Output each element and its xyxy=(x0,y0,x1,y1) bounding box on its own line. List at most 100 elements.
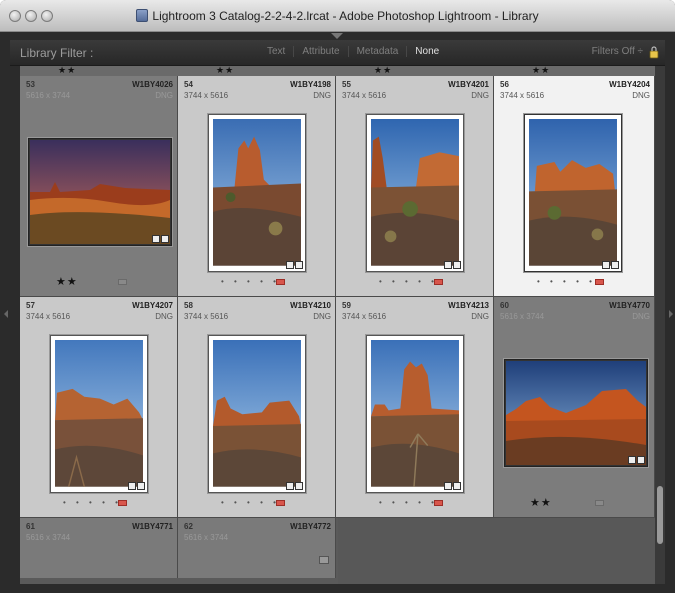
thumbnail-badges xyxy=(286,482,303,490)
star-rating[interactable]: • • • • • xyxy=(63,498,122,507)
develop-badge-icon[interactable] xyxy=(453,261,461,269)
cell-filetype: DNG xyxy=(155,91,173,100)
thumbnail[interactable] xyxy=(366,114,464,272)
cell-filename: W1BY4770 xyxy=(609,301,650,310)
metadata-badge-icon[interactable] xyxy=(128,482,136,490)
cell-filetype: DNG xyxy=(471,312,489,321)
grid-cell[interactable]: 56 W1BY4204 3744 x 5616 DNG • • • • • xyxy=(494,76,655,297)
cell-filename: W1BY4210 xyxy=(290,301,331,310)
cell-filetype: DNG xyxy=(471,91,489,100)
thumbnail[interactable] xyxy=(208,114,306,272)
cell-index: 59 xyxy=(342,301,351,310)
thumbnail-grid: ★★ ★★ ★★ ★★ 53 W1BY4026 5616 x 3744 DNG xyxy=(20,66,655,584)
title-bar: Lightroom 3 Catalog-2-2-4-2.lrcat - Adob… xyxy=(0,0,675,32)
star-rating[interactable]: ★★ xyxy=(56,275,78,288)
thumbnail[interactable] xyxy=(28,138,172,246)
metadata-badge-icon[interactable] xyxy=(286,482,294,490)
reject-flag[interactable] xyxy=(118,500,127,506)
thumbnail-badges xyxy=(444,482,461,490)
grid-cell[interactable]: 54 W1BY4198 3744 x 5616 DNG • • • • • xyxy=(178,76,336,297)
grid-cell[interactable]: 58 W1BY4210 3744 x 5616 DNG • • • • • xyxy=(178,297,336,518)
metadata-badge-icon[interactable] xyxy=(602,261,610,269)
cell-filetype: DNG xyxy=(632,312,650,321)
landscape-photo xyxy=(213,119,301,266)
grid-cell[interactable]: 62 W1BY4772 5616 x 3744 xyxy=(178,518,336,578)
cell-filetype: DNG xyxy=(632,91,650,100)
develop-badge-icon[interactable] xyxy=(295,261,303,269)
cell-filename: W1BY4201 xyxy=(448,80,489,89)
thumbnail[interactable] xyxy=(208,335,306,493)
grid-cell[interactable]: 53 W1BY4026 5616 x 3744 DNG ★★ xyxy=(20,76,178,297)
thumbnail-badges xyxy=(152,235,169,243)
cell-dimensions: 3744 x 5616 xyxy=(342,312,387,321)
lightroom-window: Lightroom 3 Catalog-2-2-4-2.lrcat - Adob… xyxy=(0,0,675,593)
filter-option-text[interactable]: Text xyxy=(259,46,293,57)
reject-flag[interactable] xyxy=(276,279,285,285)
cell-filename: W1BY4213 xyxy=(448,301,489,310)
reject-flag[interactable] xyxy=(434,279,443,285)
thumbnail[interactable] xyxy=(50,335,148,493)
cell-index: 55 xyxy=(342,80,351,89)
left-panel-toggle-icon[interactable] xyxy=(4,310,8,318)
develop-badge-icon[interactable] xyxy=(637,456,645,464)
cell-dimensions: 3744 x 5616 xyxy=(342,91,387,100)
cell-index: 53 xyxy=(26,80,35,89)
develop-badge-icon[interactable] xyxy=(453,482,461,490)
develop-badge-icon[interactable] xyxy=(295,482,303,490)
star-rating[interactable]: • • • • • xyxy=(537,277,596,286)
metadata-badge-icon[interactable] xyxy=(444,261,452,269)
grid-cell[interactable]: 57 W1BY4207 3744 x 5616 DNG • • • • • xyxy=(20,297,178,518)
filters-off-dropdown[interactable]: Filters Off ÷ xyxy=(592,46,643,57)
cell-dimensions: 3744 x 5616 xyxy=(184,91,229,100)
reject-flag[interactable] xyxy=(276,500,285,506)
metadata-badge-icon[interactable] xyxy=(444,482,452,490)
star-rating[interactable]: • • • • • xyxy=(379,498,438,507)
reject-flag[interactable] xyxy=(434,500,443,506)
cell-index: 56 xyxy=(500,80,509,89)
metadata-badge-icon[interactable] xyxy=(152,235,160,243)
grid-scrollbar[interactable] xyxy=(655,66,665,584)
grid-cell[interactable]: 59 W1BY4213 3744 x 5616 DNG • • • • • xyxy=(336,297,494,518)
cell-dimensions: 5616 x 3744 xyxy=(26,533,71,542)
grid-cell[interactable]: 55 W1BY4201 3744 x 5616 DNG • • • • • xyxy=(336,76,494,297)
develop-badge-icon[interactable] xyxy=(137,482,145,490)
flag-indicator[interactable] xyxy=(118,279,127,285)
star-rating[interactable]: • • • • • xyxy=(221,277,280,286)
grid-cell[interactable]: 60 W1BY4770 5616 x 3744 DNG ★★ xyxy=(494,297,655,518)
thumbnail[interactable] xyxy=(504,359,648,467)
cell-index: 57 xyxy=(26,301,35,310)
library-filter-label: Library Filter : xyxy=(20,46,94,60)
partial-rating: ★★ xyxy=(216,66,235,75)
cell-filename: W1BY4198 xyxy=(290,80,331,89)
cell-dimensions: 5616 x 3744 xyxy=(500,312,545,321)
panel-toggle-arrow-icon[interactable] xyxy=(331,33,343,39)
reject-flag[interactable] xyxy=(595,279,604,285)
landscape-photo xyxy=(371,119,459,266)
filter-option-metadata[interactable]: Metadata xyxy=(347,46,407,57)
filter-option-attribute[interactable]: Attribute xyxy=(293,46,347,57)
grid-cell[interactable]: 61 W1BY4771 5616 x 3744 xyxy=(20,518,178,578)
flag-indicator[interactable] xyxy=(595,500,604,506)
thumbnail[interactable] xyxy=(366,335,464,493)
window-title-text: Lightroom 3 Catalog-2-2-4-2.lrcat - Adob… xyxy=(152,9,539,23)
metadata-badge-icon[interactable] xyxy=(286,261,294,269)
thumbnail-badges xyxy=(444,261,461,269)
catalog-document-icon xyxy=(136,9,149,22)
develop-badge-icon[interactable] xyxy=(161,235,169,243)
lock-icon[interactable] xyxy=(649,45,659,59)
cell-index: 60 xyxy=(500,301,509,310)
develop-badge-icon[interactable] xyxy=(611,261,619,269)
thumbnail[interactable] xyxy=(524,114,622,272)
metadata-badge-icon[interactable] xyxy=(628,456,636,464)
star-rating[interactable]: • • • • • xyxy=(379,277,438,286)
star-rating[interactable]: • • • • • xyxy=(221,498,280,507)
badge-icon[interactable] xyxy=(319,556,329,564)
landscape-photo xyxy=(55,340,143,487)
cell-filetype: DNG xyxy=(313,91,331,100)
star-rating[interactable]: ★★ xyxy=(530,496,552,509)
scrollbar-thumb[interactable] xyxy=(657,486,663,544)
cell-filename: W1BY4204 xyxy=(609,80,650,89)
filter-option-none[interactable]: None xyxy=(406,46,447,57)
right-panel-toggle-icon[interactable] xyxy=(669,310,673,318)
cell-dimensions: 3744 x 5616 xyxy=(500,91,545,100)
